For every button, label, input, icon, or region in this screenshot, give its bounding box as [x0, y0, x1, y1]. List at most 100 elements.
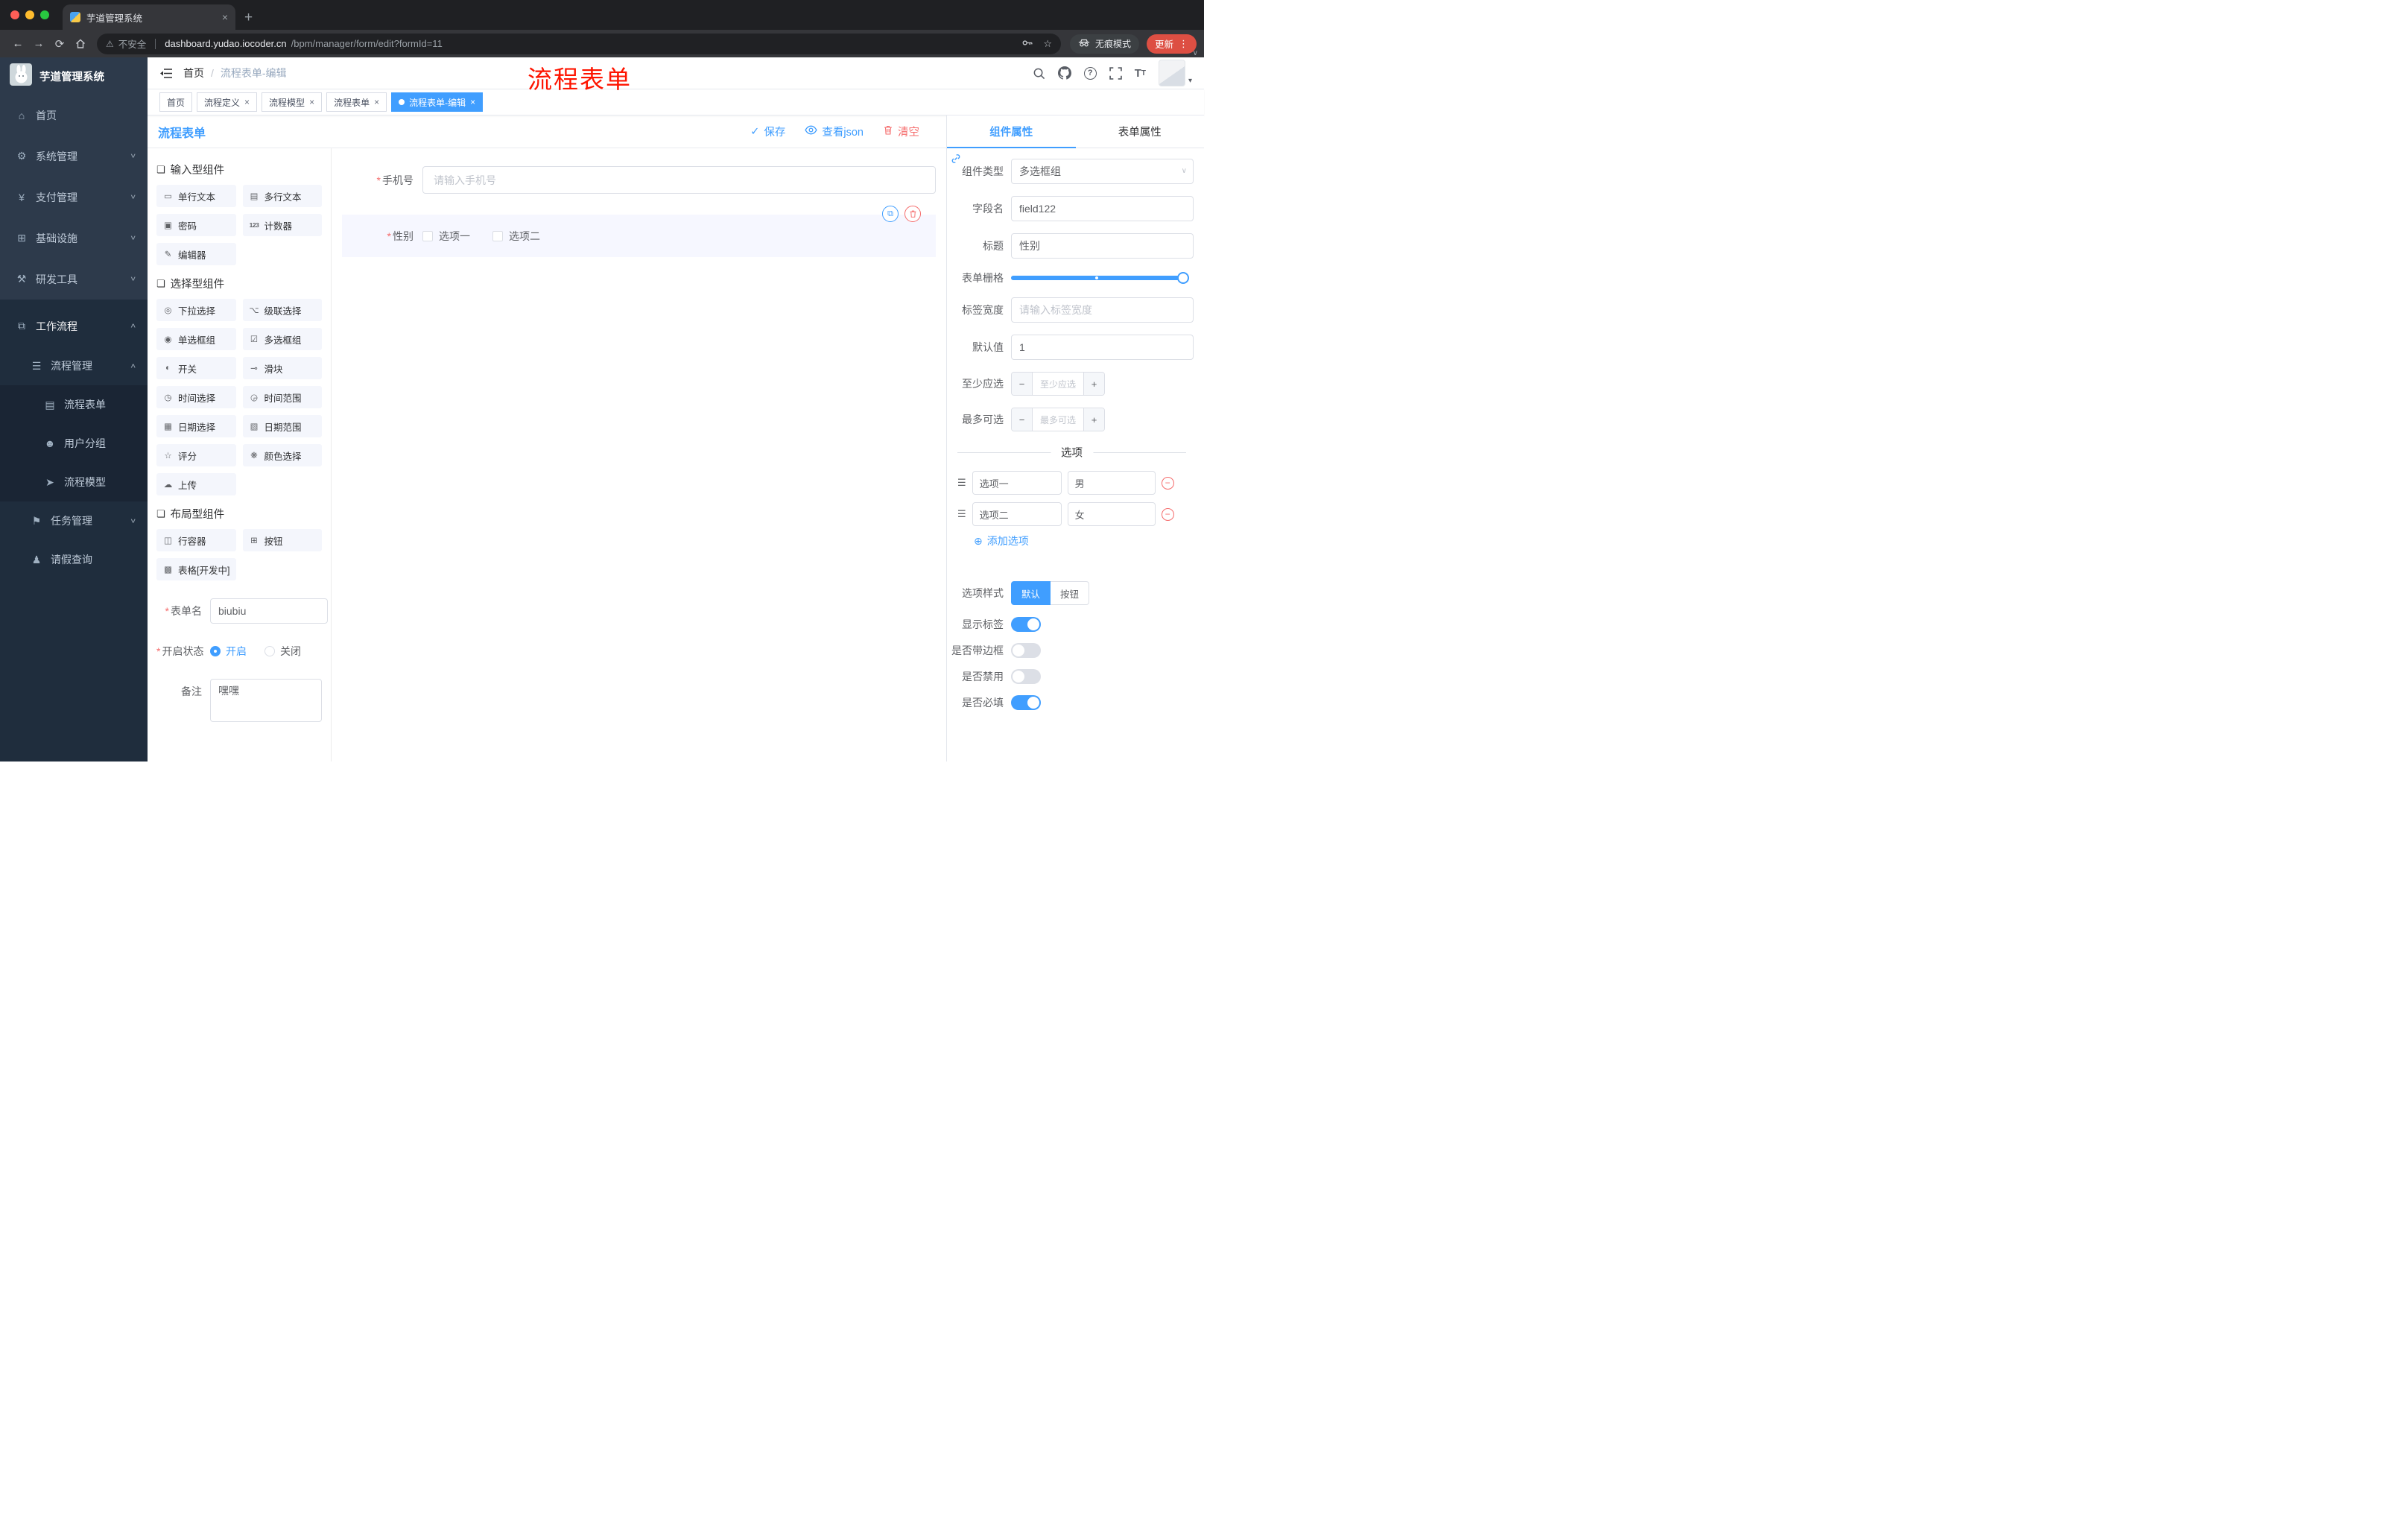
search-icon[interactable] [1033, 67, 1045, 80]
phone-input[interactable] [422, 166, 936, 194]
sidebar-item-leave-query[interactable]: ♟ 请假查询 [0, 540, 148, 579]
forward-icon[interactable]: → [28, 37, 49, 50]
fullscreen-icon[interactable] [1109, 66, 1122, 80]
form-name-input[interactable] [210, 598, 328, 624]
palette-item-password[interactable]: ▣ 密码 [156, 214, 236, 236]
tag-home[interactable]: 首页 [159, 92, 193, 112]
sidebar-item-task-management[interactable]: ⚑ 任务管理 ∨ [0, 501, 148, 540]
palette-item-checkbox-group[interactable]: ☑ 多选框组 [242, 328, 322, 350]
show-label-switch[interactable] [1011, 617, 1041, 632]
tag-process-definition[interactable]: 流程定义 × [197, 92, 258, 112]
style-button-button[interactable]: 按钮 [1051, 581, 1090, 605]
sidebar-item-process-management[interactable]: ☰ 流程管理 ∧ [0, 346, 148, 385]
palette-item-table[interactable]: ▩ 表格[开发中] [156, 558, 236, 580]
palette-item-date-picker[interactable]: ▦ 日期选择 [156, 415, 236, 437]
min-select-stepper[interactable]: − 至少应选 + [1011, 372, 1105, 396]
increase-icon[interactable]: + [1083, 373, 1104, 395]
max-select-stepper[interactable]: − 最多可选 + [1011, 408, 1105, 431]
decrease-icon[interactable]: − [1012, 408, 1033, 431]
palette-item-color-picker[interactable]: ❋ 颜色选择 [242, 444, 322, 466]
save-button[interactable]: ✓ 保存 [750, 124, 785, 139]
border-switch[interactable] [1011, 643, 1041, 658]
default-value-input[interactable] [1011, 335, 1194, 360]
view-json-button[interactable]: 查看json [805, 124, 864, 139]
field-name-input[interactable] [1011, 196, 1194, 221]
radio-disabled[interactable]: 关闭 [264, 644, 301, 659]
palette-item-upload[interactable]: ☁ 上传 [156, 473, 236, 495]
tab-component-props[interactable]: 组件属性 [947, 115, 1076, 148]
label-width-input[interactable] [1011, 297, 1194, 323]
tag-process-form-edit[interactable]: 流程表单-编辑 × [391, 92, 484, 112]
sidebar-item-user-group[interactable]: ☻ 用户分组 [0, 424, 148, 463]
reload-icon[interactable]: ⟳ [49, 37, 70, 51]
remark-textarea[interactable]: 嘿嘿 [210, 679, 322, 722]
palette-item-cascader[interactable]: ⌥ 级联选择 [242, 299, 322, 321]
canvas-field-gender-selected[interactable]: ⧉ * 性别 选项一 选项二 [342, 206, 936, 257]
browser-menu-icon[interactable]: ⋮ [1179, 38, 1188, 50]
password-key-icon[interactable] [1021, 37, 1033, 51]
palette-item-row-container[interactable]: ◫ 行容器 [156, 529, 236, 551]
new-tab-button[interactable]: + [244, 10, 253, 25]
link-icon[interactable] [950, 153, 962, 168]
collapse-sidebar-icon[interactable] [159, 68, 173, 79]
zoom-window-button[interactable] [40, 10, 49, 19]
form-canvas[interactable]: *手机号 ⧉ *性别 选项一 [332, 148, 946, 762]
palette-item-multi-text[interactable]: ▤ 多行文本 [242, 185, 322, 207]
close-icon[interactable]: × [244, 98, 250, 107]
security-label[interactable]: 不安全 [118, 37, 147, 51]
sidebar-item-process-model[interactable]: ➤ 流程模型 [0, 463, 148, 501]
palette-item-single-text[interactable]: ▭ 单行文本 [156, 185, 236, 207]
palette-item-time-range[interactable]: ◶ 时间范围 [242, 386, 322, 408]
drag-handle-icon[interactable]: ☰ [957, 508, 966, 520]
tag-process-model[interactable]: 流程模型 × [262, 92, 323, 112]
title-input[interactable] [1011, 233, 1194, 259]
checkbox-option-2[interactable]: 选项二 [492, 229, 540, 244]
palette-item-rate[interactable]: ☆ 评分 [156, 444, 236, 466]
clear-button[interactable]: 清空 [883, 124, 919, 139]
back-icon[interactable]: ← [7, 37, 28, 50]
help-icon[interactable]: ? [1083, 66, 1097, 80]
sidebar-item-payment[interactable]: ¥ 支付管理 ∨ [0, 177, 148, 218]
option-2-name-input[interactable] [972, 502, 1062, 526]
palette-item-switch[interactable]: ◐ 开关 [156, 357, 236, 379]
tab-close-icon[interactable]: × [222, 12, 228, 22]
palette-item-slider[interactable]: ⊸ 滑块 [242, 357, 322, 379]
sidebar-item-process-form[interactable]: ▤ 流程表单 [0, 385, 148, 424]
add-option-button[interactable]: ⊕ 添加选项 [950, 533, 1194, 548]
palette-item-time-picker[interactable]: ◷ 时间选择 [156, 386, 236, 408]
grid-slider[interactable] [1011, 272, 1189, 284]
slider-handle[interactable] [1177, 272, 1189, 284]
sidebar-logo[interactable]: 芋道管理系统 [0, 57, 148, 95]
minimize-window-button[interactable] [25, 10, 34, 19]
palette-item-date-range[interactable]: ▧ 日期范围 [242, 415, 322, 437]
canvas-field-phone[interactable]: * 手机号 [342, 166, 936, 194]
option-2-value-input[interactable] [1067, 502, 1156, 526]
font-size-icon[interactable]: TT [1135, 67, 1146, 80]
palette-item-button[interactable]: ⊞ 按钮 [242, 529, 322, 551]
checkbox-option-1[interactable]: 选项一 [422, 229, 470, 244]
sidebar-item-home[interactable]: ⌂ 首页 [0, 95, 148, 136]
sidebar-item-infrastructure[interactable]: ⊞ 基础设施 ∨ [0, 218, 148, 259]
close-icon[interactable]: × [470, 98, 475, 107]
chrome-chevron-icon[interactable]: ∨ [1193, 49, 1198, 57]
user-menu[interactable]: ▾ [1158, 60, 1192, 86]
sidebar-item-workflow[interactable]: ⧉ 工作流程 ∧ [0, 305, 148, 346]
sidebar-item-devtools[interactable]: ⚒ 研发工具 ∨ [0, 259, 148, 300]
browser-update-button[interactable]: 更新 ⋮ [1146, 34, 1197, 54]
home-icon[interactable] [70, 37, 91, 50]
palette-item-editor[interactable]: ✎ 编辑器 [156, 243, 236, 265]
tab-form-props[interactable]: 表单属性 [1076, 115, 1205, 148]
radio-enabled[interactable]: 开启 [210, 644, 247, 659]
github-icon[interactable] [1057, 66, 1071, 80]
increase-icon[interactable]: + [1083, 408, 1104, 431]
bookmark-star-icon[interactable]: ☆ [1043, 38, 1052, 50]
option-1-value-input[interactable] [1067, 471, 1156, 495]
decrease-icon[interactable]: − [1012, 373, 1033, 395]
tag-process-form[interactable]: 流程表单 × [326, 92, 387, 112]
palette-item-radio-group[interactable]: ◉ 单选框组 [156, 328, 236, 350]
delete-component-button[interactable] [904, 206, 921, 222]
address-bar[interactable]: ⚠ 不安全 dashboard.yudao.iocoder.cn /bpm/ma… [97, 33, 1061, 54]
copy-component-button[interactable]: ⧉ [882, 206, 899, 222]
breadcrumb-home[interactable]: 首页 [183, 66, 204, 80]
component-type-select[interactable]: ∨ [1011, 159, 1194, 184]
